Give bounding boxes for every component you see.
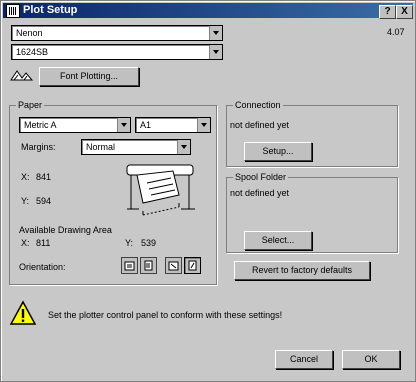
spool-folder-group-label: Spool Folder	[233, 172, 289, 182]
paper-x-value: 841	[36, 172, 52, 182]
available-y-label: Y:	[125, 238, 134, 248]
spool-folder-status: not defined yet	[230, 188, 290, 198]
model-dropdown[interactable]: 1624SB	[11, 44, 223, 60]
orientation-rotated-icon[interactable]	[165, 257, 182, 274]
available-x-value: 811	[36, 238, 51, 248]
version-label: 4.07	[387, 27, 405, 37]
window-title: Plot Setup	[23, 4, 78, 16]
revert-defaults-button[interactable]: Revert to factory defaults	[234, 261, 370, 280]
paper-type-value: Metric A	[24, 120, 57, 130]
paper-y-label: Y:	[21, 196, 30, 206]
connection-group-label: Connection	[233, 100, 283, 110]
paper-size-value: A1	[140, 120, 152, 130]
paper-size-dropdown[interactable]: A1	[135, 117, 211, 133]
ok-button[interactable]: OK	[342, 350, 400, 369]
warning-icon	[9, 300, 37, 325]
select-button[interactable]: Select...	[244, 231, 312, 250]
plotter-small-icon	[10, 70, 34, 81]
chevron-down-icon[interactable]	[177, 140, 190, 154]
chevron-down-icon[interactable]	[209, 45, 222, 59]
device-value: Nenon	[16, 28, 43, 38]
available-x-label: X:	[21, 238, 30, 248]
orientation-label: Orientation:	[19, 262, 66, 272]
available-y-value: 539	[141, 238, 157, 248]
orientation-landscape-icon[interactable]	[140, 257, 157, 274]
chevron-down-icon[interactable]	[117, 118, 130, 132]
setup-button[interactable]: Setup...	[244, 142, 312, 161]
margins-dropdown[interactable]: Normal	[81, 139, 191, 155]
plot-setup-dialog: Plot Setup ? X Nenon 4.07 1624SB Font Pl…	[0, 0, 416, 382]
app-icon	[6, 4, 20, 18]
paper-y-value: 594	[36, 196, 52, 206]
plotter-illustration-icon	[126, 164, 195, 216]
margins-label: Margins:	[21, 142, 56, 152]
warning-message: Set the plotter control panel to conform…	[48, 310, 283, 320]
margins-value: Normal	[86, 142, 116, 152]
close-button[interactable]: X	[396, 5, 413, 19]
available-area-label: Available Drawing Area	[19, 225, 112, 235]
chevron-down-icon[interactable]	[209, 26, 222, 40]
font-plotting-button[interactable]: Font Plotting...	[39, 67, 139, 86]
chevron-down-icon[interactable]	[197, 118, 210, 132]
paper-type-dropdown[interactable]: Metric A	[19, 117, 131, 133]
help-button[interactable]: ?	[379, 5, 396, 19]
paper-group-label: Paper	[16, 100, 45, 110]
connection-status: not defined yet	[230, 120, 290, 130]
device-dropdown[interactable]: Nenon	[11, 25, 223, 41]
model-value: 1624SB	[16, 47, 49, 57]
title-bar: Plot Setup ? X	[3, 3, 413, 19]
orientation-portrait-icon[interactable]	[121, 257, 138, 274]
orientation-selected-icon[interactable]	[184, 257, 201, 274]
paper-x-label: X:	[21, 172, 30, 182]
cancel-button[interactable]: Cancel	[275, 350, 333, 369]
